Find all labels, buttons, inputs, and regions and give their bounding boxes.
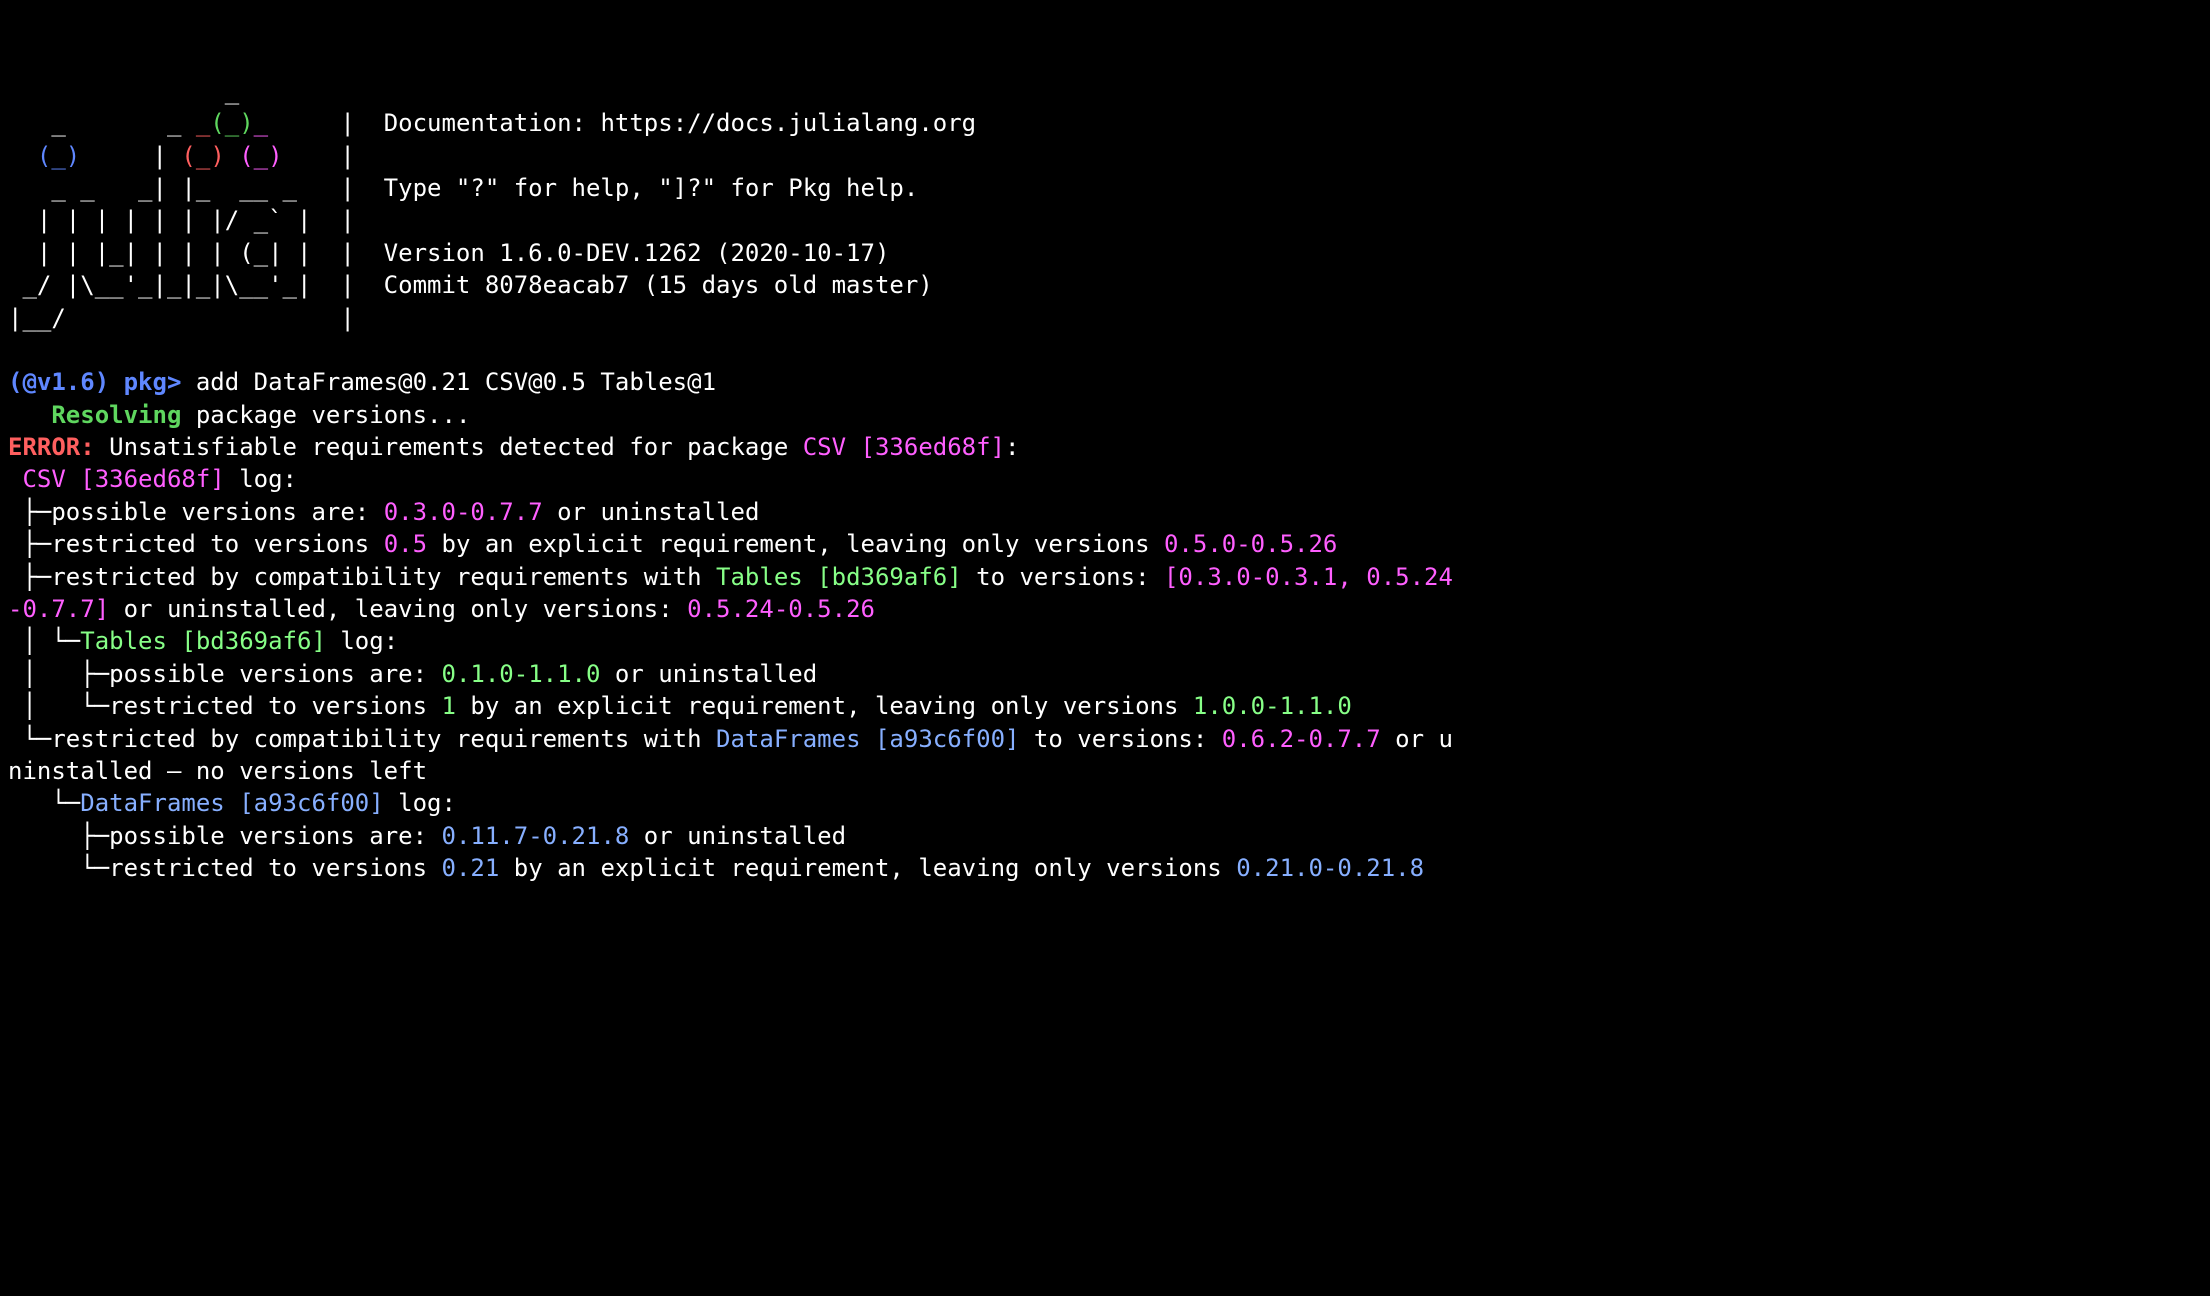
banner-dot-magenta: _ xyxy=(254,109,268,137)
version-range: 0.6.2-0.7.7 xyxy=(1222,725,1381,753)
banner-dot-magenta: (_) xyxy=(239,142,282,170)
banner-line: | xyxy=(283,142,355,170)
banner-line: | | | | | | |/ _` | | xyxy=(8,206,355,234)
version-range: 0.5.0-0.5.26 xyxy=(1164,530,1337,558)
version-range: 0.5.24-0.5.26 xyxy=(687,595,875,623)
banner-line: _ _ _| |_ __ _ | Type "?" for help, "]?"… xyxy=(8,174,918,202)
log-text: ninstalled — no versions left xyxy=(8,757,427,785)
log-text: or u xyxy=(1381,725,1453,753)
csv-log-header: CSV [336ed68f] xyxy=(22,465,224,493)
log-text: log: xyxy=(326,627,398,655)
error-label: ERROR: xyxy=(8,433,95,461)
banner-dot-red: _ xyxy=(196,109,210,137)
log-text: possible versions are: xyxy=(109,660,441,688)
tables-log-header: Tables [bd369af6] xyxy=(80,627,326,655)
banner-dot-green: (_) xyxy=(210,109,253,137)
log-text: restricted to versions xyxy=(109,854,441,882)
log-text: by an explicit requirement, leaving only… xyxy=(456,692,1193,720)
tree-branch: │ └─ xyxy=(8,627,80,655)
banner-line: _ _ xyxy=(8,109,196,137)
tree-branch: ├─ xyxy=(8,530,51,558)
log-text: restricted by compatibility requirements… xyxy=(51,563,716,591)
resolving-text: package versions... xyxy=(181,401,470,429)
log-text: by an explicit requirement, leaving only… xyxy=(427,530,1164,558)
log-text: restricted to versions xyxy=(51,530,383,558)
version-range: 1.0.0-1.1.0 xyxy=(1193,692,1352,720)
version-range: -0.7.7] xyxy=(8,595,109,623)
error-colon: : xyxy=(1005,433,1019,461)
tree-branch: └─ xyxy=(8,725,51,753)
log-text: possible versions are: xyxy=(109,822,441,850)
tree-branch: │ ├─ xyxy=(8,660,109,688)
version-range: [0.3.0-0.3.1, 0.5.24 xyxy=(1164,563,1453,591)
tree-branch: ├─ xyxy=(8,822,109,850)
log-text: to versions: xyxy=(962,563,1164,591)
error-pkg-csv: CSV [336ed68f] xyxy=(803,433,1005,461)
dataframes-log-header: DataFrames [a93c6f00] xyxy=(80,789,383,817)
tree-branch: └─ xyxy=(8,789,80,817)
tree-branch: │ └─ xyxy=(8,692,109,720)
log-text: restricted by compatibility requirements… xyxy=(51,725,716,753)
banner-line: _/ |\__'_|_|_|\__'_| | Commit 8078eacab7… xyxy=(8,271,933,299)
log-text: possible versions are: xyxy=(51,498,383,526)
log-text: or uninstalled, leaving only versions: xyxy=(109,595,687,623)
log-text: or uninstalled xyxy=(629,822,846,850)
tree-branch: ├─ xyxy=(8,498,51,526)
version-range: 0.3.0-0.7.7 xyxy=(384,498,543,526)
resolving-pad xyxy=(8,401,51,429)
log-text: by an explicit requirement, leaving only… xyxy=(499,854,1236,882)
indent xyxy=(8,465,22,493)
banner-line: | xyxy=(80,142,181,170)
tree-branch: └─ xyxy=(8,854,109,882)
banner-line: _ xyxy=(8,77,239,105)
banner-line xyxy=(225,142,239,170)
banner-dot-red: (_) xyxy=(181,142,224,170)
version-range: 0.11.7-0.21.8 xyxy=(442,822,630,850)
log-text: to versions: xyxy=(1019,725,1221,753)
log-text: log: xyxy=(225,465,297,493)
banner-line xyxy=(8,142,37,170)
banner-dot-blue: (_) xyxy=(37,142,80,170)
version-range: 0.1.0-1.1.0 xyxy=(442,660,601,688)
terminal[interactable]: _ _ _ _(_)_ | Documentation: https://doc… xyxy=(8,75,2202,885)
pkg-command: add DataFrames@0.21 CSV@0.5 Tables@1 xyxy=(181,368,716,396)
pkg-prompt: (@v1.6) pkg> xyxy=(8,368,181,396)
log-text: restricted to versions xyxy=(109,692,441,720)
error-text: Unsatisfiable requirements detected for … xyxy=(95,433,803,461)
log-text: or uninstalled xyxy=(600,660,817,688)
version-range: 1 xyxy=(442,692,456,720)
banner-line: | | |_| | | | (_| | | Version 1.6.0-DEV.… xyxy=(8,239,889,267)
version-range: 0.5 xyxy=(384,530,427,558)
version-range: 0.21 xyxy=(442,854,500,882)
resolving-label: Resolving xyxy=(51,401,181,429)
version-range: 0.21.0-0.21.8 xyxy=(1236,854,1424,882)
banner-line: |__/ | xyxy=(8,304,355,332)
log-text: log: xyxy=(384,789,456,817)
pkg-dataframes: DataFrames [a93c6f00] xyxy=(716,725,1019,753)
pkg-tables: Tables [bd369af6] xyxy=(716,563,962,591)
banner-line: | Documentation: https://docs.julialang.… xyxy=(268,109,976,137)
tree-branch: ├─ xyxy=(8,563,51,591)
log-text: or uninstalled xyxy=(543,498,760,526)
